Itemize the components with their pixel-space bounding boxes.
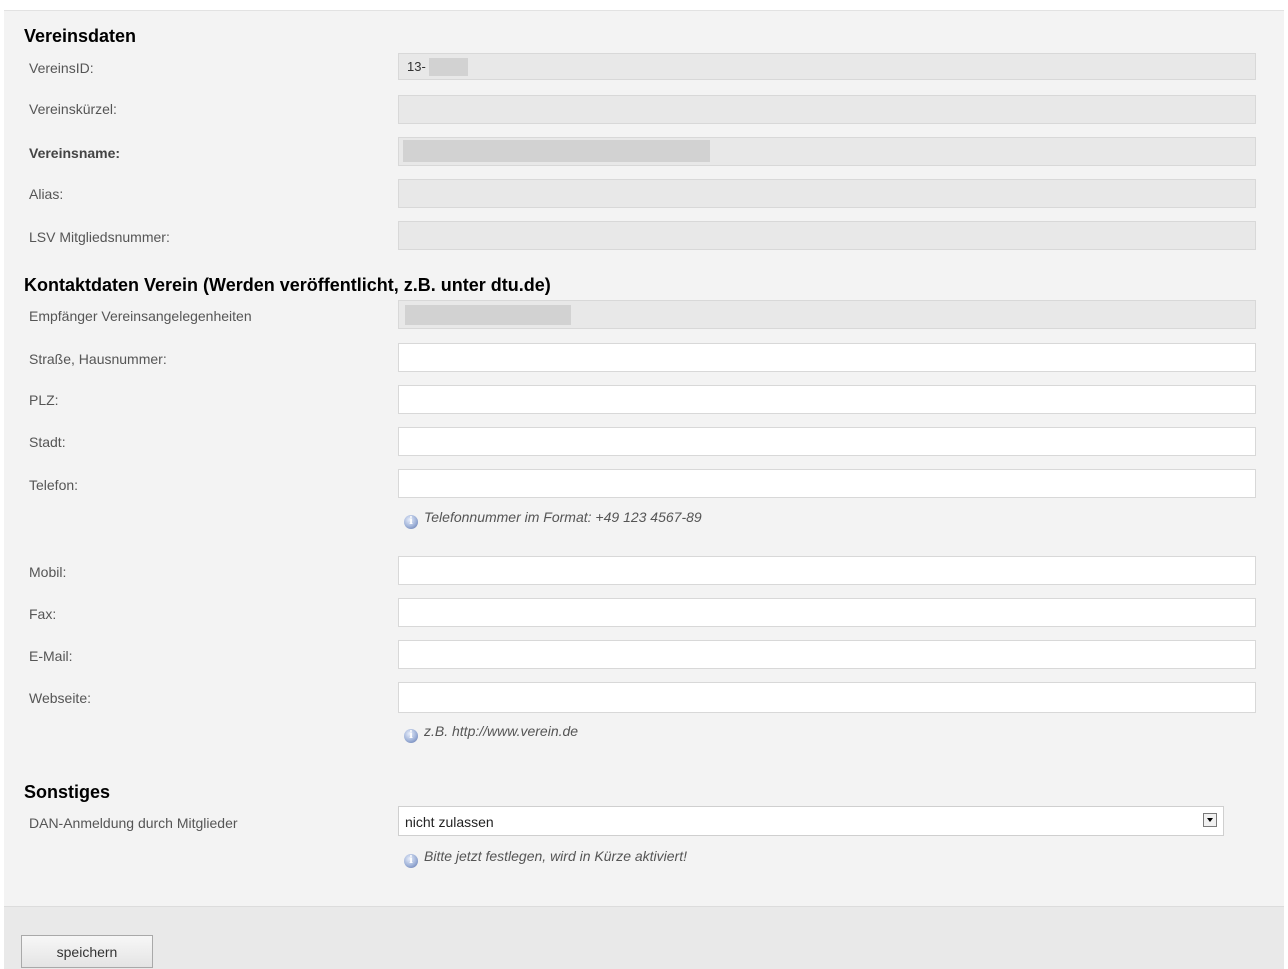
telefon-hint-text: Telefonnummer im Format: +49 123 4567-89 [424,509,702,525]
mobil-input[interactable] [398,556,1256,585]
dan-anmeldung-selected: nicht zulassen [405,814,494,830]
fax-input[interactable] [398,598,1256,627]
section-title-vereinsdaten: Vereinsdaten [24,26,137,46]
empfaenger-label: Empfänger Vereinsangelegenheiten [29,308,252,324]
section-title-sonstiges: Sonstiges [24,782,111,802]
lsv-mitgliedsnummer-label: LSV Mitgliedsnummer: [29,229,170,245]
save-button[interactable]: speichern [21,935,153,968]
alias-label: Alias: [29,186,64,202]
webseite-input[interactable] [398,682,1256,713]
email-label: E-Mail: [29,648,73,664]
vereinsname-label: Vereinsname: [29,145,121,161]
webseite-hint-text: z.B. http://www.verein.de [424,723,579,739]
chevron-down-icon[interactable] [1203,813,1217,827]
telefon-input[interactable] [398,469,1256,498]
dan-anmeldung-label: DAN-Anmeldung durch Mitglieder [29,815,238,831]
fax-label: Fax: [29,606,57,622]
vereinsid-value: 13- [407,59,426,74]
stadt-label: Stadt: [29,434,66,450]
vereinsid-field: 13- [398,53,1256,80]
plz-label: PLZ: [29,392,59,408]
lsv-mitgliedsnummer-field [398,221,1256,250]
redacted-vereinsname [403,140,710,162]
telefon-label: Telefon: [29,477,79,493]
email-input[interactable] [398,640,1256,669]
webseite-hint: i z.B. http://www.verein.de [404,723,578,743]
info-icon: i [404,729,418,743]
stadt-input[interactable] [398,427,1256,456]
dan-anmeldung-select[interactable]: nicht zulassen [398,806,1224,836]
section-title-kontakt: Kontaktdaten Verein (Werden veröffentlic… [24,275,551,295]
redacted-vereinsid [429,58,468,76]
telefon-hint: i Telefonnummer im Format: +49 123 4567-8… [404,509,702,529]
vereinskuerzel-field [398,95,1256,124]
plz-input[interactable] [398,385,1256,414]
vereinskuerzel-label: Vereinskürzel: [29,101,117,117]
redacted-empfaenger [405,305,571,325]
strasse-input[interactable] [398,343,1256,372]
form-footer [4,906,1284,969]
dan-anmeldung-hint-text: Bitte jetzt festlegen, wird in Kürze akt… [424,848,687,864]
webseite-label: Webseite: [29,690,91,706]
strasse-label: Straße, Hausnummer: [29,351,167,367]
vereinsid-label: VereinsID: [29,60,94,76]
mobil-label: Mobil: [29,564,67,580]
info-icon: i [404,854,418,868]
dan-anmeldung-hint: i Bitte jetzt festlegen, wird in Kürze ak… [404,848,687,868]
info-icon: i [404,515,418,529]
alias-field [398,179,1256,208]
